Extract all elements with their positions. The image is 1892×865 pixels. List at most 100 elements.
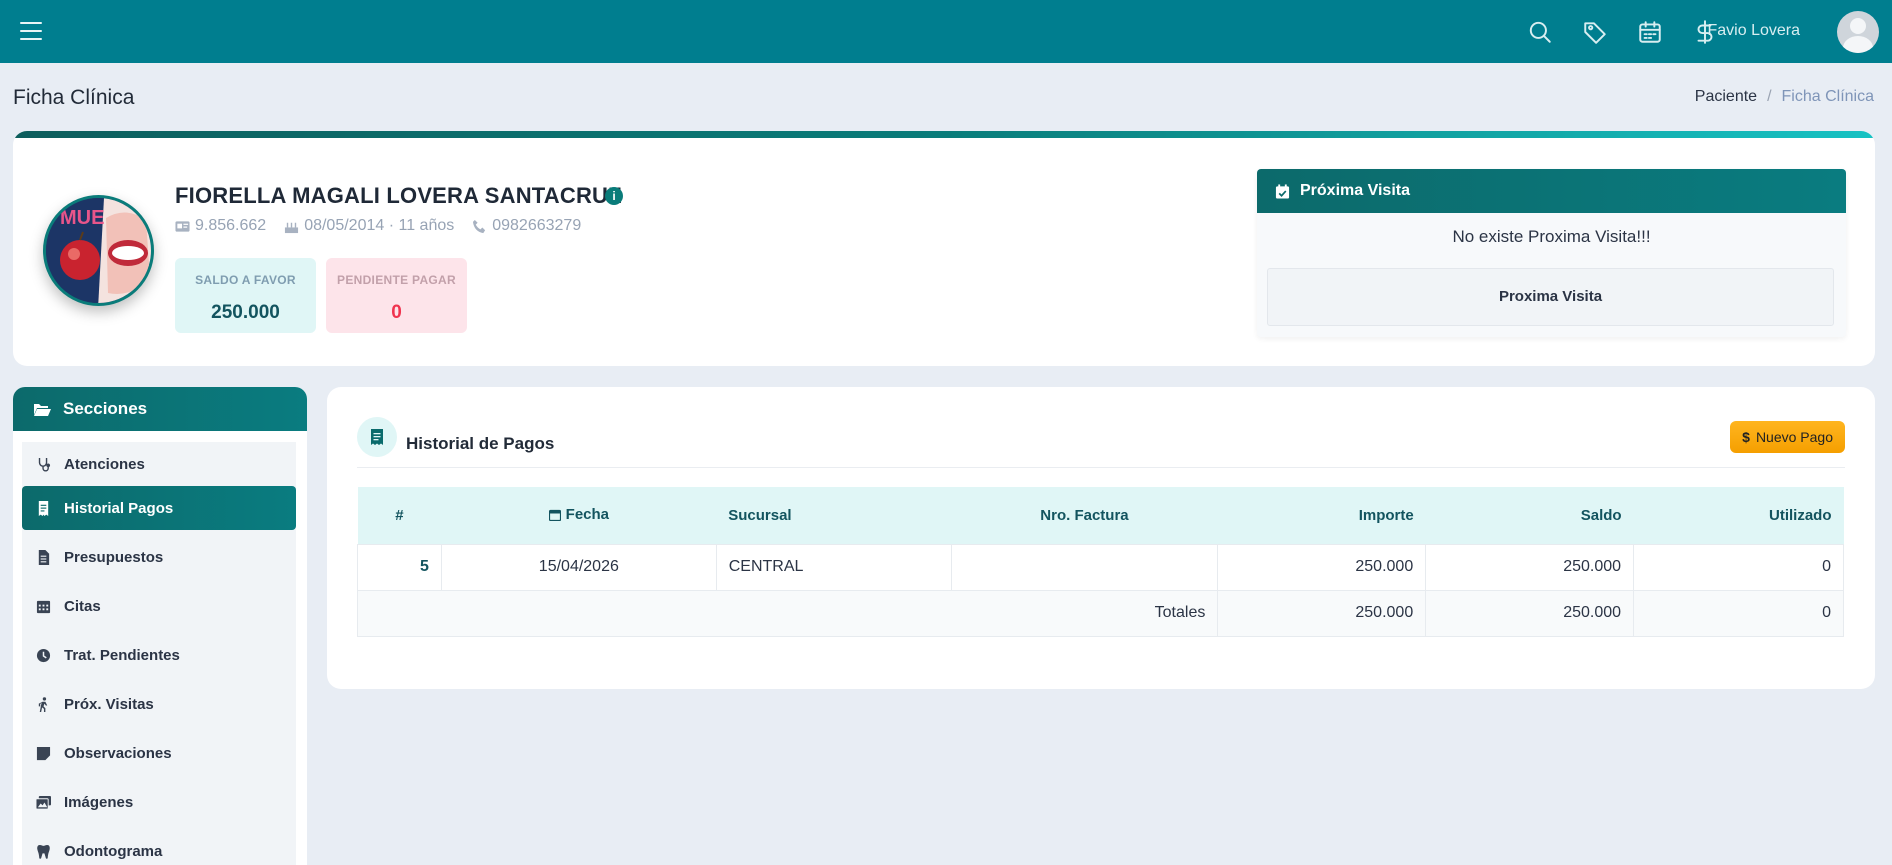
breadcrumb-separator: / bbox=[1767, 88, 1772, 105]
search-icon[interactable] bbox=[1512, 17, 1567, 47]
sidebar-item-prox-visitas[interactable]: Próx. Visitas bbox=[22, 682, 296, 726]
payments-table: # Fecha Sucursal Nro. Factura Importe Sa… bbox=[356, 487, 1844, 637]
cell-nro-factura bbox=[950, 543, 1219, 591]
cell-importe: 250.000 bbox=[1217, 543, 1427, 591]
totals-label: Totales bbox=[356, 589, 1219, 637]
sidebar-item-label: Observaciones bbox=[64, 744, 172, 762]
stethoscope-icon bbox=[38, 457, 51, 472]
user-name[interactable]: Favio Lovera bbox=[1708, 22, 1801, 40]
tag-icon[interactable] bbox=[1567, 17, 1622, 47]
sidebar-item-label: Historial Pagos bbox=[64, 499, 174, 517]
sidebar-item-imagenes[interactable]: Imágenes bbox=[22, 780, 296, 824]
dollar-icon: $ bbox=[1742, 429, 1750, 445]
cell-sucursal: CENTRAL bbox=[715, 543, 952, 591]
breadcrumb: Paciente / Ficha Clínica bbox=[1695, 88, 1874, 106]
saldo-favor-box: SALDO A FAVOR 250.000 bbox=[175, 258, 316, 333]
saldo-favor-label: SALDO A FAVOR bbox=[195, 273, 296, 287]
sidebar-item-historial-pagos[interactable]: Historial Pagos bbox=[22, 486, 296, 530]
col-header-fecha-label: Fecha bbox=[565, 506, 610, 523]
proxima-visita-button[interactable]: Proxima Visita bbox=[1267, 268, 1834, 326]
cell-fecha: 15/04/2026 bbox=[440, 543, 717, 591]
panel-divider bbox=[357, 467, 1845, 468]
top-icon-group bbox=[1512, 17, 1732, 47]
pendiente-pagar-value: 0 bbox=[391, 302, 402, 323]
clock-icon bbox=[36, 648, 51, 662]
col-header-fecha[interactable]: Fecha bbox=[441, 487, 717, 544]
sidebar-item-label: Trat. Pendientes bbox=[64, 646, 180, 664]
proxima-visita-header: Próxima Visita bbox=[1257, 169, 1846, 213]
sidebar-header: Secciones bbox=[13, 387, 307, 431]
id-card-icon bbox=[175, 220, 190, 232]
breadcrumb-current: Ficha Clínica bbox=[1781, 88, 1874, 105]
nuevo-pago-button[interactable]: $ Nuevo Pago bbox=[1730, 421, 1845, 453]
saldo-favor-value: 250.000 bbox=[211, 302, 280, 323]
patient-photo: MUE bbox=[43, 195, 154, 306]
proxima-visita-title: Próxima Visita bbox=[1300, 182, 1410, 199]
totals-row: Totales 250.000 250.000 0 bbox=[356, 589, 1844, 637]
sidebar-item-label: Imágenes bbox=[64, 793, 134, 811]
sidebar-item-atenciones[interactable]: Atenciones bbox=[22, 442, 296, 486]
col-header-nro-factura[interactable]: Nro. Factura bbox=[951, 487, 1218, 544]
patient-birth: 08/05/2014 · 11 años bbox=[304, 217, 455, 234]
tooth-icon bbox=[37, 844, 50, 859]
cell-num: 5 bbox=[357, 543, 442, 591]
patient-card: MUE FIORELLA MAGALI LOVERA SANTACRUZ i 9… bbox=[13, 131, 1875, 366]
calendar-icon bbox=[36, 600, 51, 613]
sidebar-item-odontograma[interactable]: Odontograma bbox=[22, 829, 296, 865]
calendar-icon bbox=[548, 509, 561, 521]
info-icon[interactable]: i bbox=[605, 187, 623, 205]
walking-icon bbox=[38, 696, 48, 712]
calendar-icon[interactable] bbox=[1622, 17, 1677, 47]
cell-utilizado: 0 bbox=[1633, 543, 1844, 591]
top-navbar: Favio Lovera bbox=[0, 0, 1892, 63]
col-header-importe[interactable]: Importe bbox=[1217, 487, 1426, 544]
total-saldo: 250.000 bbox=[1425, 589, 1635, 637]
sidebar-item-citas[interactable]: Citas bbox=[22, 584, 296, 628]
proxima-visita-message: No existe Proxima Visita!!! bbox=[1452, 227, 1651, 246]
patient-name: FIORELLA MAGALI LOVERA SANTACRUZ bbox=[175, 183, 622, 208]
calendar-check-icon bbox=[1275, 183, 1290, 199]
card-accent-bar bbox=[13, 131, 1875, 138]
sidebar-item-observaciones[interactable]: Observaciones bbox=[22, 731, 296, 775]
patient-ci: 9.856.662 bbox=[195, 217, 267, 234]
sidebar-list: Atenciones Historial Pagos Presupuestos … bbox=[22, 442, 296, 865]
cell-saldo: 250.000 bbox=[1425, 543, 1635, 591]
sidebar-item-trat-pendientes[interactable]: Trat. Pendientes bbox=[22, 633, 296, 677]
col-header-utilizado[interactable]: Utilizado bbox=[1633, 487, 1844, 544]
pendiente-pagar-label: PENDIENTE PAGAR bbox=[337, 273, 456, 287]
col-header-num[interactable]: # bbox=[357, 487, 442, 544]
patient-meta: 9.856.662 08/05/2014 · 11 años 098266327… bbox=[175, 217, 581, 235]
sidebar-item-label: Atenciones bbox=[64, 455, 145, 473]
col-header-sucursal[interactable]: Sucursal bbox=[716, 487, 952, 544]
sidebar-item-label: Citas bbox=[64, 597, 101, 615]
pendiente-pagar-box: PENDIENTE PAGAR 0 bbox=[326, 258, 467, 333]
proxima-visita-panel: Próxima Visita No existe Proxima Visita!… bbox=[1257, 169, 1846, 337]
user-avatar[interactable] bbox=[1837, 11, 1879, 53]
images-icon bbox=[36, 795, 51, 810]
folder-open-icon bbox=[34, 404, 51, 416]
receipt-icon bbox=[357, 417, 397, 457]
sticky-note-icon bbox=[36, 746, 51, 760]
svg-text:MUE: MUE bbox=[60, 207, 104, 229]
receipt-icon bbox=[38, 500, 49, 516]
file-invoice-icon bbox=[38, 549, 50, 565]
sidebar-item-label: Próx. Visitas bbox=[64, 695, 154, 713]
table-row[interactable]: 5 15/04/2026 CENTRAL 250.000 250.000 0 bbox=[357, 543, 1844, 591]
sidebar-item-label: Presupuestos bbox=[64, 548, 164, 566]
nuevo-pago-label: Nuevo Pago bbox=[1755, 429, 1833, 445]
birthday-cake-icon bbox=[285, 222, 299, 233]
total-utilizado: 0 bbox=[1633, 589, 1844, 637]
patient-phone: 0982663279 bbox=[492, 217, 582, 234]
col-header-saldo[interactable]: Saldo bbox=[1425, 487, 1634, 544]
sidebar-item-presupuestos[interactable]: Presupuestos bbox=[22, 535, 296, 579]
historial-pagos-title: Historial de Pagos bbox=[406, 434, 555, 453]
sidebar-item-label: Odontograma bbox=[64, 842, 163, 860]
sidebar-title: Secciones bbox=[63, 399, 148, 418]
sections-sidebar: Secciones Atenciones Historial Pagos Pre… bbox=[13, 387, 307, 865]
breadcrumb-paciente[interactable]: Paciente bbox=[1695, 88, 1757, 106]
menu-icon[interactable] bbox=[18, 20, 44, 42]
page-title: Ficha Clínica bbox=[13, 86, 135, 109]
historial-pagos-panel: Historial de Pagos $ Nuevo Pago # Fecha … bbox=[327, 387, 1875, 689]
phone-icon bbox=[473, 219, 486, 233]
table-header-row: # Fecha Sucursal Nro. Factura Importe Sa… bbox=[357, 487, 1844, 544]
